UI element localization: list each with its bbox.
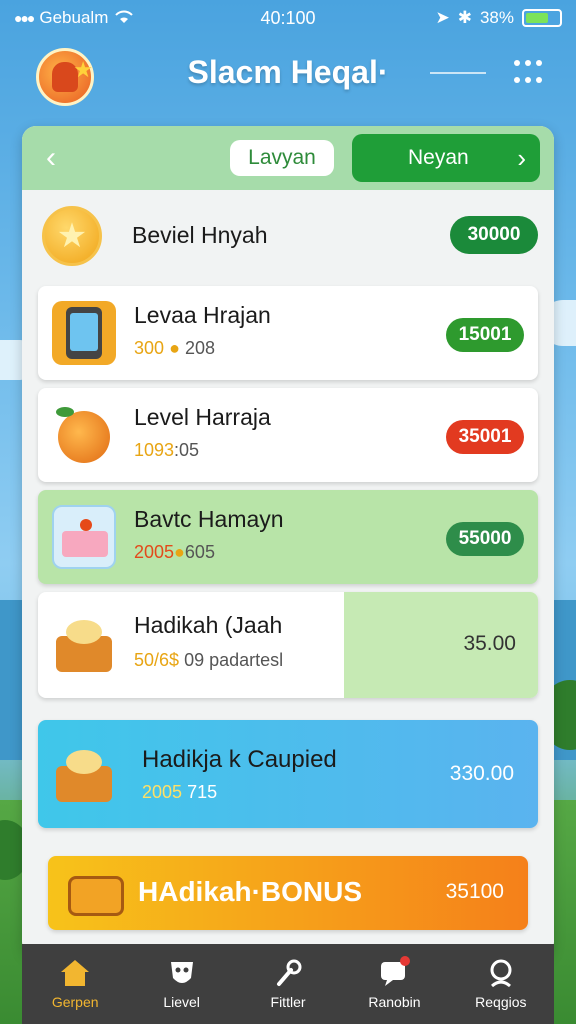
bonus-title: HAdikah·BONUS bbox=[138, 876, 363, 907]
nav-label: Fittler bbox=[270, 994, 306, 1010]
signal-icon: ●●● bbox=[14, 10, 35, 26]
price-button[interactable]: 15001 bbox=[446, 318, 524, 352]
chevron-right-icon: › bbox=[517, 143, 526, 173]
location-icon: ➤ bbox=[435, 8, 450, 27]
main-panel: ‹ Lavyan Neyan › ★ Beviel Hnyah 30000 Le… bbox=[22, 126, 554, 956]
home-icon bbox=[61, 960, 90, 986]
fruit-icon bbox=[52, 403, 116, 467]
item-stats: 1093:05 bbox=[134, 440, 200, 460]
item-name: Level Harraja bbox=[134, 404, 271, 430]
treasure-box-icon bbox=[64, 862, 128, 926]
battery-percent: 38% bbox=[479, 8, 514, 27]
wrench-icon bbox=[277, 959, 302, 986]
tab-neyan[interactable]: Neyan › bbox=[352, 134, 540, 182]
nav-label: Ranobin bbox=[368, 994, 421, 1010]
battery-icon bbox=[522, 9, 562, 27]
bonus-banner[interactable]: HAdikah·BONUS 35100 bbox=[48, 856, 528, 930]
app-header: ★ Slacm Heqal· bbox=[0, 40, 576, 110]
mask-icon bbox=[170, 962, 193, 983]
carrier-name: Gebualm bbox=[39, 8, 109, 27]
bluetooth-icon: ✱ bbox=[457, 8, 472, 27]
item-stats: 2005 715 bbox=[142, 782, 218, 802]
phone-icon bbox=[52, 301, 116, 365]
menu-grid-icon[interactable] bbox=[514, 60, 542, 88]
item-name: Hadikja k Caupied bbox=[142, 746, 337, 773]
nav-label: Lievel bbox=[163, 994, 200, 1010]
item-stats: 50/6$ 09 padartesl bbox=[134, 650, 284, 670]
nav-label: Gerpen bbox=[51, 994, 99, 1010]
back-chevron-icon[interactable]: ‹ bbox=[36, 140, 66, 176]
list-item[interactable]: Hadikja k Caupied 2005 715 330.00 bbox=[38, 720, 538, 828]
notification-badge bbox=[399, 956, 410, 966]
item-name: Beviel Hnyah bbox=[132, 222, 268, 248]
price-button[interactable]: 35001 bbox=[446, 420, 524, 454]
bonus-price: 35100 bbox=[445, 880, 504, 903]
item-name: Bavtc Hamayn bbox=[134, 506, 284, 532]
tab-neyan-label: Neyan bbox=[408, 146, 469, 169]
divider bbox=[430, 72, 486, 74]
price-button[interactable]: 55000 bbox=[446, 522, 524, 556]
item-name: Levaa Hrajan bbox=[134, 302, 271, 328]
list-item[interactable]: Levaa Hrajan 300 ● 208 15001 bbox=[38, 286, 538, 380]
gold-star-coin-icon: ★ bbox=[42, 206, 102, 266]
nav-item-gerpen[interactable]: Gerpen bbox=[22, 944, 128, 1024]
item-price: 330.00 bbox=[449, 762, 514, 785]
nav-item-fittler[interactable]: Fittler bbox=[235, 944, 341, 1024]
price-button[interactable]: 30000 bbox=[450, 216, 538, 254]
item-stats: 2005●605 bbox=[134, 542, 215, 562]
list-item[interactable]: ★ Beviel Hnyah 30000 bbox=[22, 190, 554, 278]
wifi-icon bbox=[114, 8, 134, 29]
list-item[interactable]: Hadikah (Jaah 50/6$ 09 padartesl 35.00 bbox=[38, 592, 538, 698]
item-name: Hadikah (Jaah bbox=[134, 612, 283, 638]
food-basket-icon bbox=[52, 742, 116, 806]
tab-lavyan[interactable]: Lavyan bbox=[230, 140, 334, 176]
status-bar: ●●● Gebualm 40:100 ➤ ✱ 38% bbox=[0, 0, 576, 36]
nav-label: Reqgios bbox=[475, 994, 527, 1010]
profile-icon bbox=[490, 959, 512, 988]
tab-bar: ‹ Lavyan Neyan › bbox=[22, 126, 554, 190]
list-item[interactable]: Bavtc Hamayn 2005●605 55000 bbox=[38, 490, 538, 584]
list-item[interactable]: Level Harraja 1093:05 35001 bbox=[38, 388, 538, 482]
nav-item-lievel[interactable]: Lievel bbox=[128, 944, 234, 1024]
nav-item-reqgios[interactable]: Reqgios bbox=[448, 944, 554, 1024]
cake-icon bbox=[52, 505, 116, 569]
bottom-nav: Gerpen Lievel Fittler Ranobin Reqgios bbox=[22, 944, 554, 1024]
food-basket-icon bbox=[52, 612, 116, 676]
page-title: Slacm Heqal· bbox=[187, 54, 389, 90]
item-stats: 300 ● 208 bbox=[134, 338, 215, 358]
nav-item-ranobin[interactable]: Ranobin bbox=[341, 944, 447, 1024]
item-price: 35.00 bbox=[463, 632, 516, 655]
